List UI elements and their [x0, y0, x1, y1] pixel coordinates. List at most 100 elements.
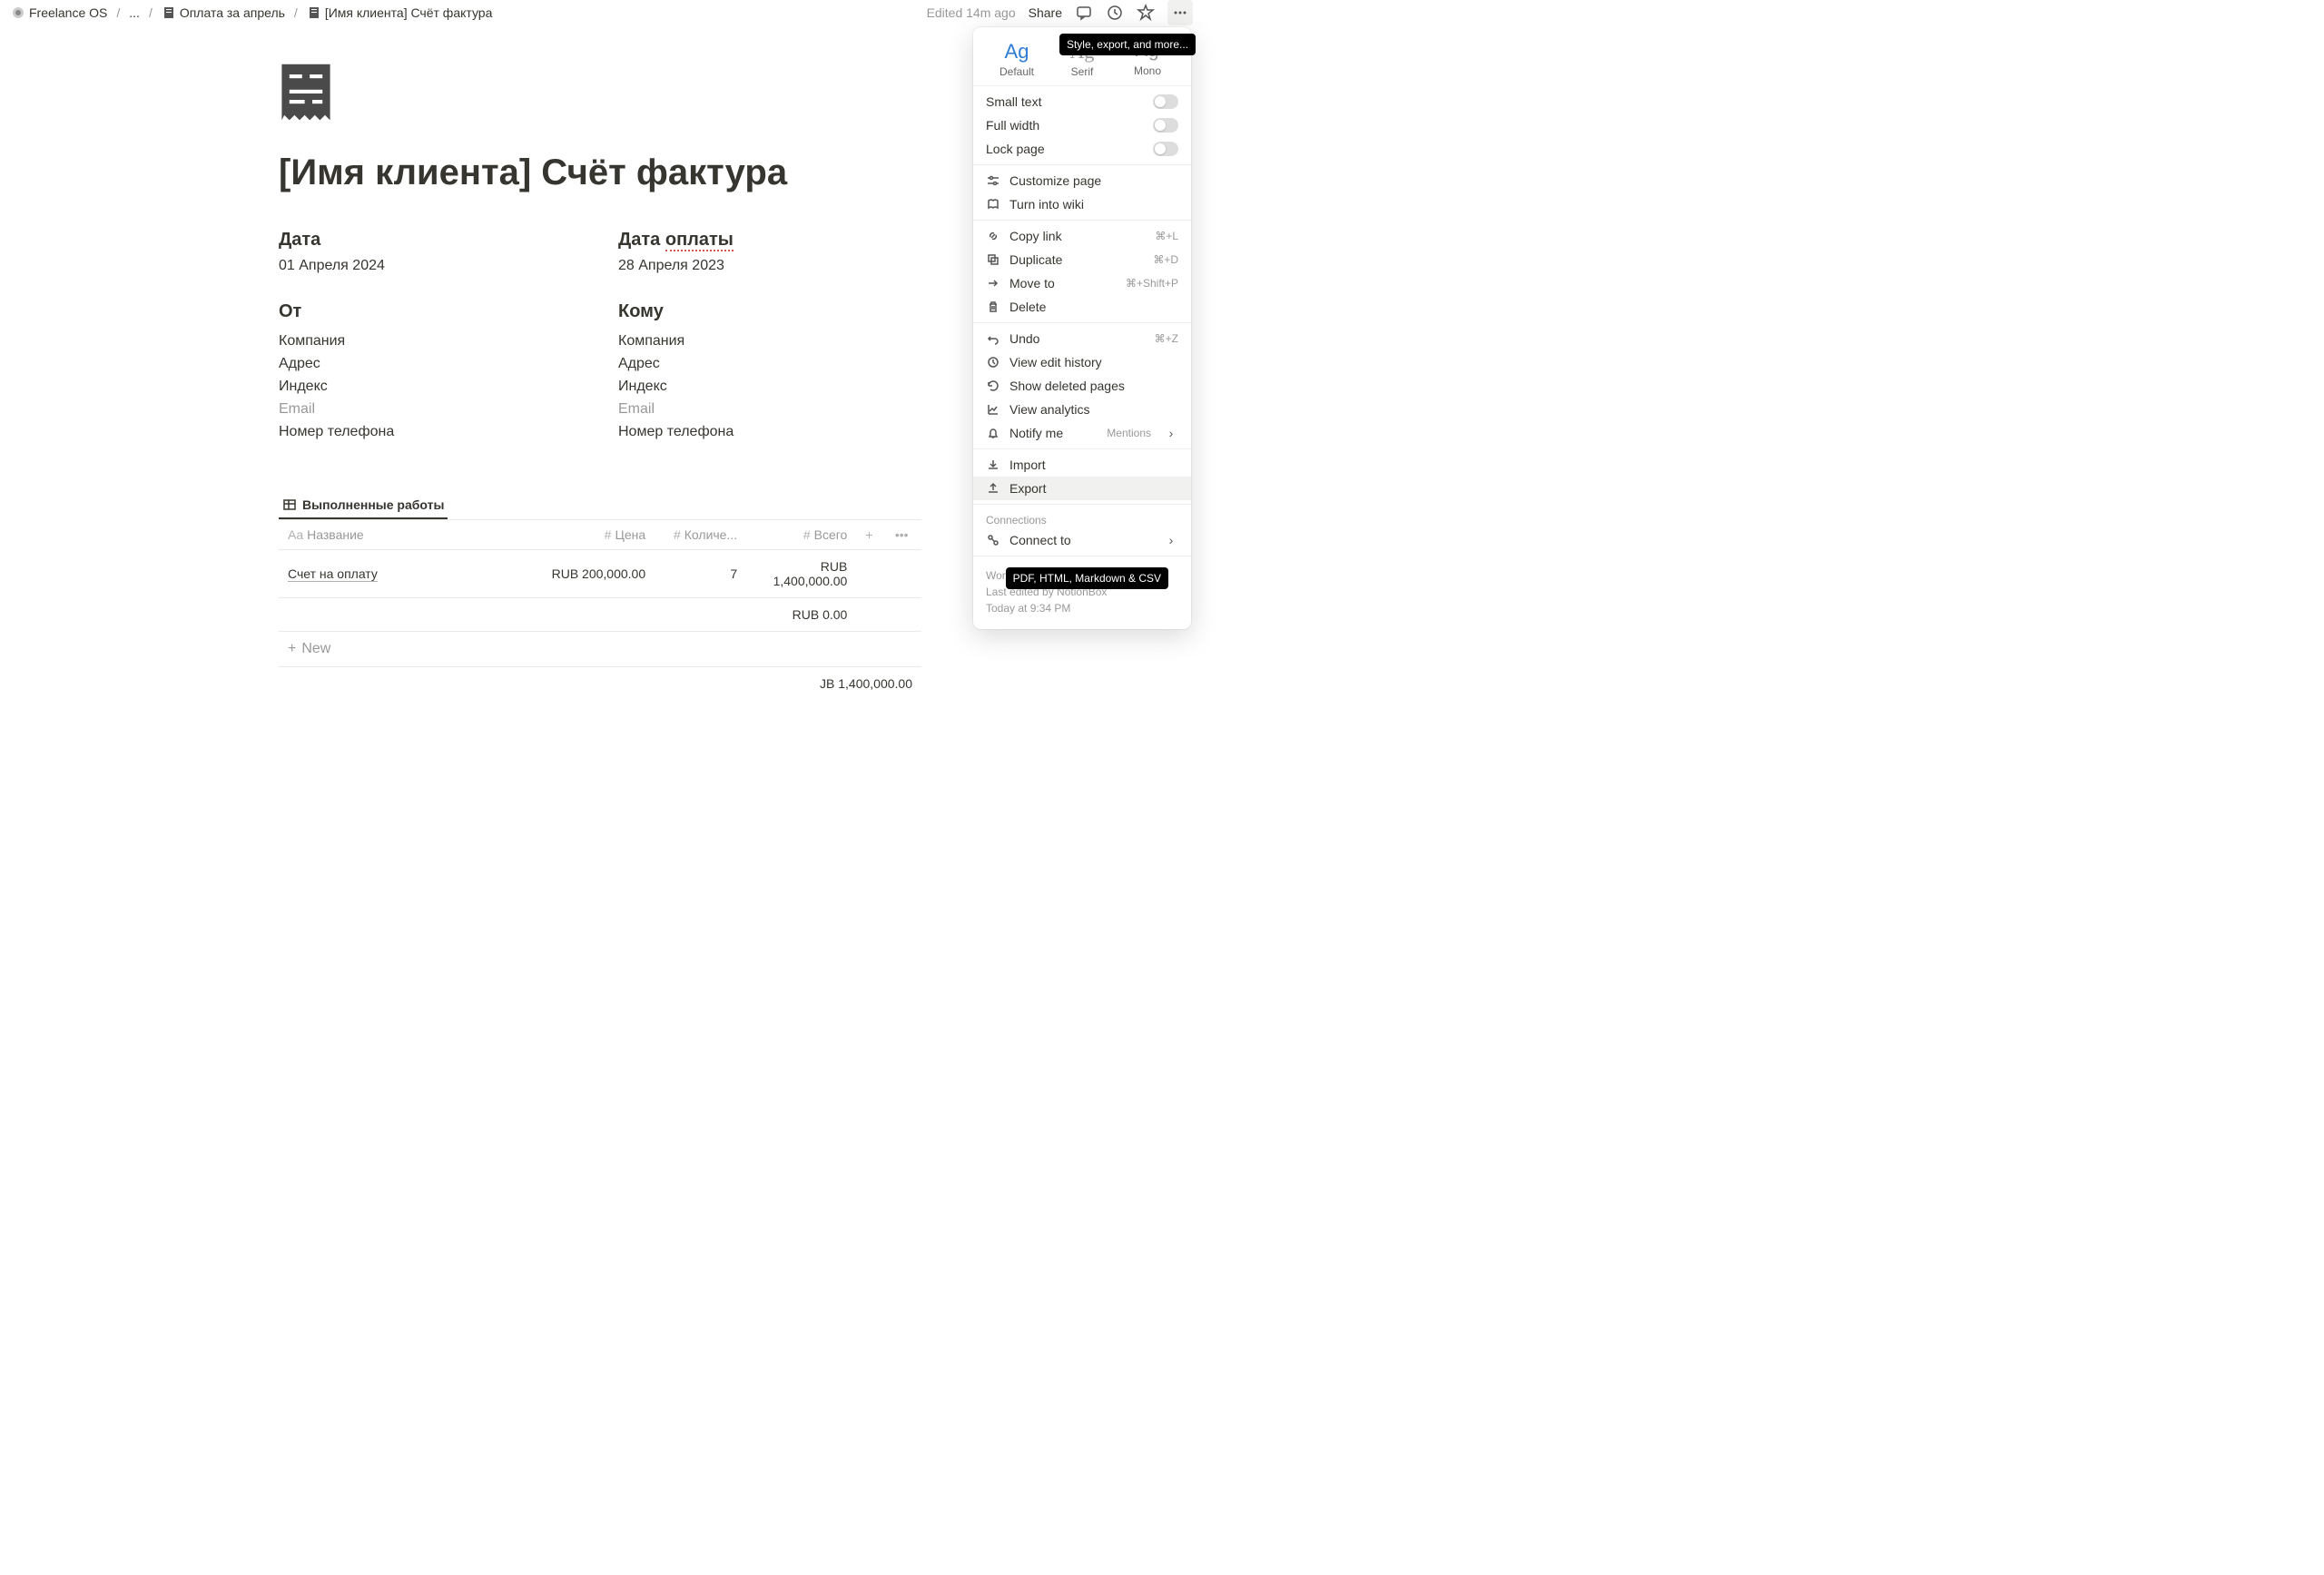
page-title[interactable]: [Имя клиента] Счёт фактура [279, 153, 921, 193]
database-tab-table[interactable]: Выполненные работы [279, 492, 448, 519]
from-label: От [279, 301, 582, 322]
arrow-right-icon [986, 276, 1000, 290]
chart-icon [986, 402, 1000, 417]
chevron-right-icon: › [1164, 426, 1178, 440]
menu-edit-history[interactable]: View edit history [973, 350, 1191, 374]
row-qty[interactable]: 7 [655, 550, 746, 598]
date-value[interactable]: 01 Апреля 2024 [279, 258, 582, 274]
breadcrumb-parent[interactable]: Оплата за апрель [158, 4, 289, 22]
font-default[interactable]: Ag Default [990, 40, 1044, 78]
connection-icon [986, 533, 1000, 547]
toggle[interactable] [1153, 118, 1178, 133]
connections-label: Connections [973, 508, 1191, 528]
from-email[interactable]: Email [279, 401, 582, 418]
topbar-actions: Edited 14m ago Share [927, 0, 1193, 25]
table-row[interactable]: Счет на оплату RUB 200,000.00 7 RUB 1,40… [279, 550, 921, 598]
breadcrumb-current-label: [Имя клиента] Счёт фактура [325, 5, 493, 20]
plus-icon: + [288, 641, 296, 657]
sum-row: JB 1,400,000.00 [279, 667, 921, 700]
col-name[interactable]: AaНазвание [279, 520, 536, 550]
sliders-icon [986, 173, 1000, 188]
from-index[interactable]: Индекс [279, 379, 582, 395]
breadcrumb-ellipsis[interactable]: ... [125, 4, 143, 22]
workspace-icon [11, 5, 25, 20]
col-price[interactable]: #Цена [536, 520, 655, 550]
col-qty[interactable]: #Количе... [655, 520, 746, 550]
book-icon [986, 197, 1000, 212]
to-email[interactable]: Email [618, 401, 921, 418]
page-content: [Имя клиента] Счёт фактура Дата 01 Апрел… [279, 62, 921, 700]
menu-customize[interactable]: Customize page [973, 169, 1191, 192]
menu-full-width[interactable]: Full width [973, 113, 1191, 137]
toggle[interactable] [1153, 94, 1178, 109]
add-column[interactable]: + [856, 520, 886, 550]
menu-notify[interactable]: Notify me Mentions › [973, 421, 1191, 445]
toggle[interactable] [1153, 142, 1178, 156]
row-price[interactable]: RUB 200,000.00 [536, 550, 655, 598]
menu-analytics[interactable]: View analytics [973, 398, 1191, 421]
from-address[interactable]: Адрес [279, 356, 582, 372]
to-address[interactable]: Адрес [618, 356, 921, 372]
import-icon [986, 458, 1000, 472]
topbar: Freelance OS / ... / Оплата за апрель / … [0, 0, 1200, 25]
undo-icon [986, 331, 1000, 346]
menu-delete[interactable]: Delete [973, 295, 1191, 319]
star-icon[interactable] [1137, 4, 1155, 22]
menu-move-to[interactable]: Move to ⌘+Shift+P [973, 271, 1191, 295]
date-label: Дата [279, 230, 582, 251]
restore-icon [986, 379, 1000, 393]
database-table: AaНазвание #Цена #Количе... #Всего + •••… [279, 520, 921, 632]
breadcrumb-parent-label: Оплата за апрель [180, 5, 285, 20]
row-total[interactable]: RUB 1,400,000.00 [746, 550, 856, 598]
breadcrumb-sep: / [294, 5, 298, 20]
table-more[interactable]: ••• [886, 520, 921, 550]
table-row[interactable]: RUB 0.00 [279, 598, 921, 632]
receipt-icon [307, 5, 321, 20]
menu-show-deleted[interactable]: Show deleted pages [973, 374, 1191, 398]
receipt-icon [162, 5, 176, 20]
comments-icon[interactable] [1075, 4, 1093, 22]
more-button[interactable] [1167, 0, 1193, 25]
menu-connect-to[interactable]: Connect to › [973, 528, 1191, 552]
share-button[interactable]: Share [1029, 5, 1062, 20]
edited-label: Edited 14m ago [927, 5, 1016, 20]
table-icon [282, 497, 297, 512]
breadcrumb-root[interactable]: Freelance OS [7, 4, 111, 22]
menu-duplicate[interactable]: Duplicate ⌘+D [973, 248, 1191, 271]
breadcrumb-current[interactable]: [Имя клиента] Счёт фактура [303, 4, 497, 22]
export-icon [986, 481, 1000, 496]
menu-turn-wiki[interactable]: Turn into wiki [973, 192, 1191, 216]
row-total[interactable]: RUB 0.00 [746, 598, 856, 632]
paydate-label: Дата оплаты [618, 230, 921, 251]
tooltip-more: Style, export, and more... [1059, 34, 1196, 55]
link-icon [986, 229, 1000, 243]
database-tabs: Выполненные работы [279, 474, 921, 520]
clock-icon[interactable] [1106, 4, 1124, 22]
to-phone[interactable]: Номер телефона [618, 424, 921, 440]
duplicate-icon [986, 252, 1000, 267]
chevron-right-icon: › [1164, 533, 1178, 547]
from-phone[interactable]: Номер телефона [279, 424, 582, 440]
trash-icon [986, 300, 1000, 314]
menu-copy-link[interactable]: Copy link ⌘+L [973, 224, 1191, 248]
menu-undo[interactable]: Undo ⌘+Z [973, 327, 1191, 350]
col-total[interactable]: #Всего [746, 520, 856, 550]
paydate-value[interactable]: 28 Апреля 2023 [618, 258, 921, 274]
page-options-menu: Ag Default Ag Serif Ag Mono Small text F… [973, 27, 1191, 629]
breadcrumb-root-label: Freelance OS [29, 5, 107, 20]
menu-export[interactable]: Export [973, 477, 1191, 500]
breadcrumb-sep: / [149, 5, 153, 20]
menu-import[interactable]: Import [973, 453, 1191, 477]
menu-lock-page[interactable]: Lock page [973, 137, 1191, 161]
to-index[interactable]: Индекс [618, 379, 921, 395]
page-icon[interactable] [279, 62, 333, 125]
row-name[interactable]: Счет на оплату [288, 566, 378, 582]
tooltip-export: PDF, HTML, Markdown & CSV [1006, 567, 1168, 589]
to-company[interactable]: Компания [618, 333, 921, 349]
new-row-button[interactable]: + New [279, 632, 921, 667]
history-icon [986, 355, 1000, 369]
from-company[interactable]: Компания [279, 333, 582, 349]
menu-small-text[interactable]: Small text [973, 90, 1191, 113]
bell-icon [986, 426, 1000, 440]
to-label: Кому [618, 301, 921, 322]
